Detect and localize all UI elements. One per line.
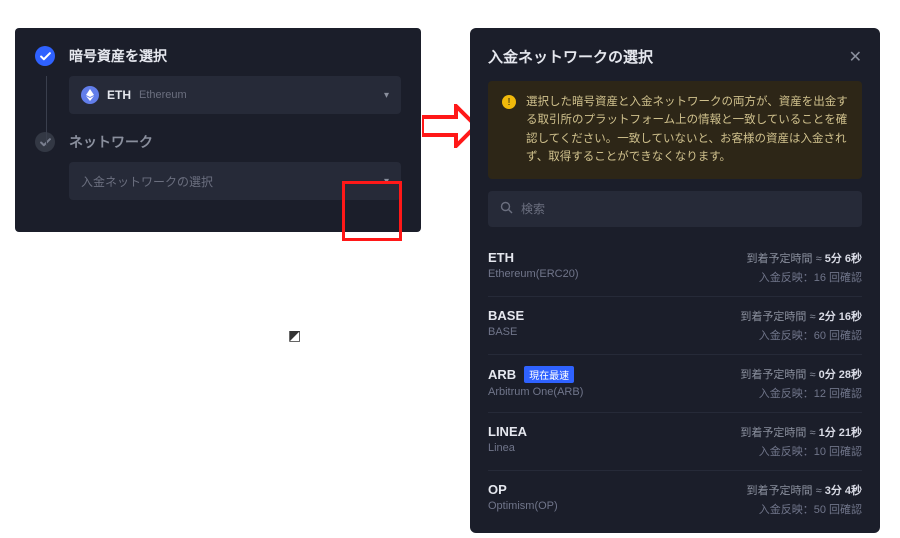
network-option[interactable]: ARB 現在最速 Arbitrum One(ARB) 到着予定時間 ≈ 0分 28秒入…	[488, 354, 862, 412]
search-icon	[500, 201, 513, 217]
step-2-indicator	[35, 132, 55, 152]
network-list: ETH Ethereum(ERC20) 到着予定時間 ≈ 5分 6秒入金反映：16 …	[488, 239, 862, 528]
network-eta: 到着予定時間 ≈ 3分 4秒	[747, 482, 862, 498]
check-icon	[40, 137, 51, 148]
network-symbol: OP	[488, 482, 507, 497]
network-eta: 到着予定時間 ≈ 0分 28秒	[740, 366, 862, 382]
network-symbol: BASE	[488, 308, 524, 323]
step-1-title: 暗号資産を選択	[69, 46, 167, 66]
network-option-left: ETH Ethereum(ERC20)	[488, 250, 578, 280]
coin-symbol: ETH	[107, 88, 131, 102]
step-connector	[46, 76, 47, 146]
network-option-right: 到着予定時間 ≈ 2分 16秒入金反映：60 回確認	[740, 308, 862, 343]
network-eta: 到着予定時間 ≈ 5分 6秒	[747, 250, 862, 266]
search-placeholder: 検索	[521, 200, 545, 217]
network-confirmations: 入金反映：60 回確認	[740, 327, 862, 343]
network-select[interactable]: 入金ネットワークの選択 ▾	[69, 162, 401, 200]
warning-banner: ! 選択した暗号資産と入金ネットワークの両方が、資産を出金する取引所のプラットフ…	[488, 81, 862, 179]
network-option[interactable]: ETH Ethereum(ERC20) 到着予定時間 ≈ 5分 6秒入金反映：16 …	[488, 239, 862, 296]
chevron-down-icon: ▾	[384, 90, 389, 101]
asset-select[interactable]: ETH Ethereum ▾	[69, 76, 401, 114]
step-1-indicator	[35, 46, 55, 66]
network-option-right: 到着予定時間 ≈ 5分 6秒入金反映：16 回確認	[747, 250, 862, 285]
network-option[interactable]: LINEA Linea 到着予定時間 ≈ 1分 21秒入金反映：10 回確認	[488, 412, 862, 470]
modal-title: 入金ネットワークの選択	[488, 46, 653, 67]
warning-icon: !	[502, 95, 516, 109]
network-option-left: BASE BASE	[488, 308, 524, 338]
network-confirmations: 入金反映：50 回確認	[747, 501, 862, 517]
asset-selection-panel: 暗号資産を選択 ETH Ethereum ▾ ネットワーク 入金ネットワークの選…	[15, 28, 421, 232]
network-symbol: LINEA	[488, 424, 527, 439]
chevron-down-icon: ▾	[384, 176, 389, 187]
network-option-right: 到着予定時間 ≈ 3分 4秒入金反映：50 回確認	[747, 482, 862, 517]
network-option-left: LINEA Linea	[488, 424, 527, 454]
eth-icon	[81, 86, 99, 104]
fastest-badge: 現在最速	[524, 366, 574, 383]
network-eta: 到着予定時間 ≈ 2分 16秒	[740, 308, 862, 324]
network-confirmations: 入金反映：10 回確認	[740, 443, 862, 459]
search-input[interactable]: 検索	[488, 191, 862, 227]
close-icon[interactable]: ✕	[849, 47, 862, 67]
network-eta: 到着予定時間 ≈ 1分 21秒	[740, 424, 862, 440]
warning-text: 選択した暗号資産と入金ネットワークの両方が、資産を出金する取引所のプラットフォー…	[526, 93, 850, 167]
step-1-row: 暗号資産を選択	[35, 46, 401, 66]
network-name: Ethereum(ERC20)	[488, 268, 578, 280]
network-confirmations: 入金反映：12 回確認	[740, 385, 862, 401]
network-name: Arbitrum One(ARB)	[488, 386, 583, 398]
network-symbol: ARB	[488, 367, 516, 382]
coin-name: Ethereum	[139, 89, 187, 101]
decorative-icon: ◩	[288, 327, 301, 344]
network-symbol: ETH	[488, 250, 514, 265]
modal-header: 入金ネットワークの選択 ✕	[488, 46, 862, 67]
network-select-placeholder: 入金ネットワークの選択	[81, 173, 213, 190]
network-option-right: 到着予定時間 ≈ 1分 21秒入金反映：10 回確認	[740, 424, 862, 459]
step-2-row: ネットワーク	[35, 132, 401, 152]
network-name: Optimism(OP)	[488, 500, 558, 512]
network-option-right: 到着予定時間 ≈ 0分 28秒入金反映：12 回確認	[740, 366, 862, 401]
network-option[interactable]: OP Optimism(OP) 到着予定時間 ≈ 3分 4秒入金反映：50 回確認	[488, 470, 862, 528]
network-name: BASE	[488, 326, 524, 338]
step-2-title: ネットワーク	[69, 132, 153, 152]
network-option-left: ARB 現在最速 Arbitrum One(ARB)	[488, 366, 583, 398]
network-select-modal: 入金ネットワークの選択 ✕ ! 選択した暗号資産と入金ネットワークの両方が、資産…	[470, 28, 880, 533]
network-option[interactable]: BASE BASE 到着予定時間 ≈ 2分 16秒入金反映：60 回確認	[488, 296, 862, 354]
asset-select-value: ETH Ethereum	[81, 86, 187, 104]
check-icon	[40, 51, 51, 62]
network-name: Linea	[488, 442, 527, 454]
network-option-left: OP Optimism(OP)	[488, 482, 558, 512]
network-confirmations: 入金反映：16 回確認	[747, 269, 862, 285]
